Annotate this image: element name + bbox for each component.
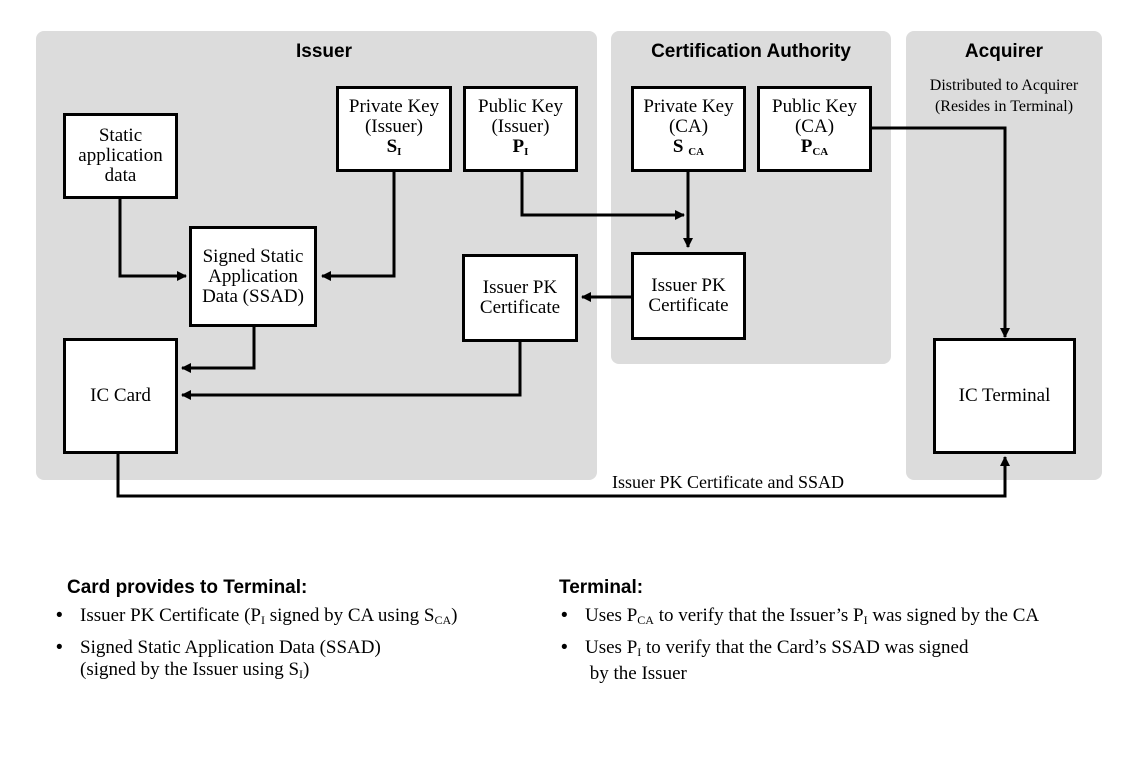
text: )	[303, 659, 310, 680]
ca-cert-line1: Issuer PK	[651, 275, 726, 296]
card-legend-item-1: Issuer PK Certificate (PI signed by CA u…	[54, 605, 524, 631]
symbol-sub: I	[524, 145, 529, 158]
symbol-sub: CA	[812, 145, 829, 158]
issuer-pk-certificate-node: Issuer PK Certificate	[462, 254, 578, 342]
static-data-line3: data	[104, 165, 137, 186]
card-to-terminal-label: Issuer PK Certificate and SSAD	[612, 472, 844, 492]
static-data-line1: Static	[98, 125, 143, 146]
text: by the Issuer	[585, 663, 687, 684]
card-legend-title: Card provides to Terminal:	[67, 577, 308, 598]
symbol-main: P	[512, 135, 525, 157]
text: to verify that the Issuer’s P	[653, 605, 864, 626]
ssad-line2: Application	[208, 265, 298, 287]
ca-public-key-line1: Public Key	[772, 95, 857, 117]
acquirer-note: Distributed to Acquirer (Resides in Term…	[906, 75, 1102, 117]
issuer-private-key-node: Private Key (Issuer) SI	[336, 86, 452, 172]
acquirer-note-line1: Distributed to Acquirer	[929, 77, 1079, 94]
ssad-line3: Data (SSAD)	[202, 285, 304, 307]
text-sub: CA	[434, 613, 452, 627]
ssad-node: Signed Static Application Data (SSAD)	[189, 226, 317, 327]
text-sub: CA	[637, 613, 654, 627]
symbol-sub: CA	[688, 145, 705, 158]
text: Issuer PK Certificate (P	[80, 605, 261, 626]
ca-private-key-line1: Private Key	[643, 95, 734, 117]
ca-public-key-node: Public Key (CA) PCA	[757, 86, 872, 172]
terminal-legend-title: Terminal:	[559, 577, 644, 598]
ic-terminal-label: IC Terminal	[958, 385, 1051, 406]
ca-issuer-pk-certificate-node: Issuer PK Certificate	[631, 252, 746, 340]
card-legend-list: Issuer PK Certificate (PI signed by CA u…	[54, 605, 524, 691]
ic-card-label: IC Card	[90, 385, 151, 406]
ic-terminal-node: IC Terminal	[933, 338, 1076, 454]
static-data-line2: application	[78, 145, 163, 166]
terminal-legend-item-1: Uses PCA to verify that the Issuer’s PI …	[559, 605, 1119, 631]
text: signed by CA using S	[264, 605, 435, 626]
ca-private-key-line2: (CA)	[668, 115, 709, 137]
text: )	[451, 605, 458, 626]
ca-private-key-node: Private Key (CA) S CA	[631, 86, 746, 172]
text: (signed by the Issuer using S	[80, 659, 300, 680]
acquirer-region-title: Acquirer	[964, 41, 1044, 62]
issuer-private-key-symbol: SI	[386, 135, 402, 162]
ca-private-key-symbol: S CA	[672, 135, 705, 162]
symbol-sub: I	[397, 145, 402, 158]
acquirer-note-line2: (Resides in Terminal)	[934, 98, 1074, 115]
card-legend-item-2: Signed Static Application Data (SSAD)(si…	[54, 637, 524, 685]
symbol-main: P	[800, 135, 813, 157]
ca-cert-line2: Certificate	[648, 295, 729, 316]
symbol-main: S	[672, 135, 684, 157]
text: Signed Static Application Data (SSAD)	[80, 637, 381, 658]
ssad-line1: Signed Static	[202, 245, 304, 267]
terminal-legend-list: Uses PCA to verify that the Issuer’s PI …	[559, 605, 1119, 691]
issuer-region-title: Issuer	[296, 41, 352, 62]
text: Uses P	[585, 605, 638, 626]
ic-card-node: IC Card	[63, 338, 178, 454]
terminal-legend-item-2: Uses PI to verify that the Card’s SSAD w…	[559, 637, 1119, 685]
text: to verify that the Card’s SSAD was signe…	[641, 637, 969, 658]
issuer-public-key-node: Public Key (Issuer) PI	[463, 86, 578, 172]
text: was signed by the CA	[867, 605, 1040, 626]
issuer-cert-line2: Certificate	[479, 297, 561, 318]
issuer-private-key-line1: Private Key	[348, 95, 440, 117]
text: Uses P	[585, 637, 638, 658]
issuer-private-key-line2: (Issuer)	[364, 115, 424, 137]
ca-region-title: Certification Authority	[651, 41, 851, 62]
issuer-public-key-line2: (Issuer)	[491, 115, 550, 137]
symbol-main: S	[386, 135, 398, 157]
ca-public-key-symbol: PCA	[800, 135, 829, 162]
ca-public-key-line2: (CA)	[794, 115, 835, 137]
issuer-public-key-symbol: PI	[512, 135, 529, 162]
issuer-public-key-line1: Public Key	[478, 95, 563, 117]
static-application-data-node: Static application data	[63, 113, 178, 199]
issuer-cert-line1: Issuer PK	[482, 277, 558, 298]
